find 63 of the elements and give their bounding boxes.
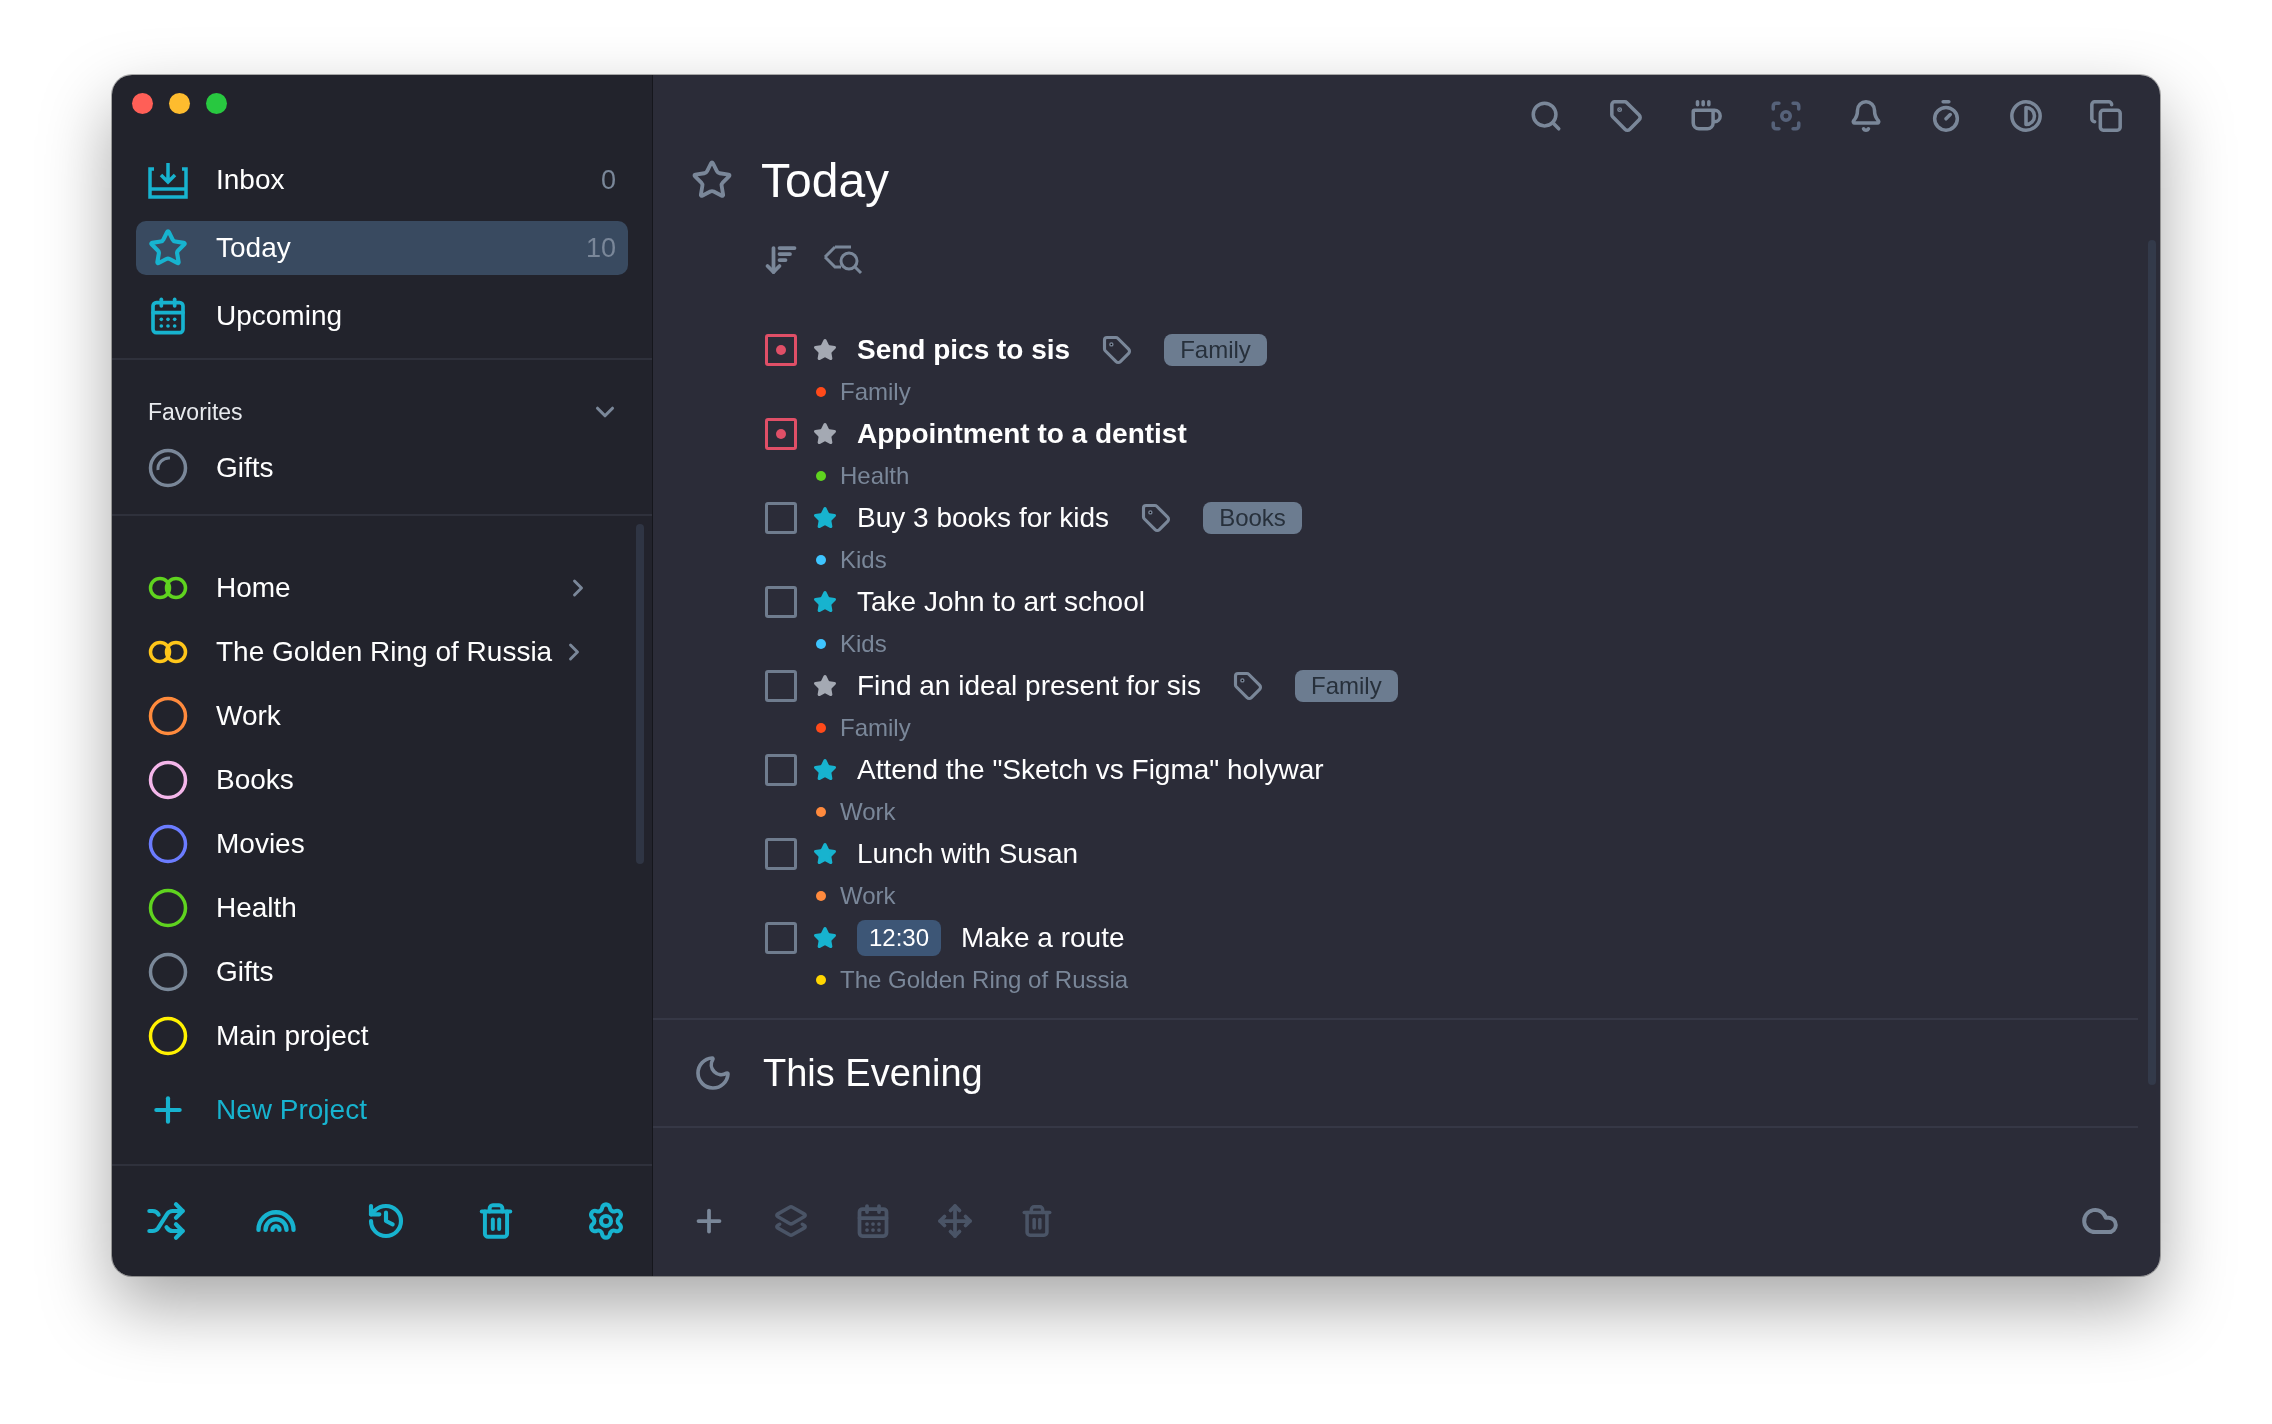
progress-ring-icon: [148, 448, 188, 488]
project-item[interactable]: Gifts: [148, 940, 628, 1004]
project-item[interactable]: Movies: [148, 812, 628, 876]
task-checkbox[interactable]: [765, 670, 797, 702]
task-project: Health: [840, 462, 910, 490]
time-badge: 12:30: [857, 920, 942, 956]
star-icon[interactable]: [813, 338, 837, 362]
page-title: Today: [761, 152, 890, 208]
project-item[interactable]: Work: [148, 684, 628, 748]
task-title[interactable]: Send pics to sis: [857, 334, 1071, 366]
task-project: Kids: [840, 546, 887, 574]
calendar-icon: [148, 296, 188, 336]
project-item[interactable]: Books: [148, 748, 628, 812]
sidebar-item[interactable]: Gifts: [148, 436, 628, 500]
close-button[interactable]: [132, 93, 153, 114]
task-checkbox[interactable]: [765, 922, 797, 954]
task-title[interactable]: Take John to art school: [857, 586, 1145, 618]
inbox-icon: [148, 161, 188, 199]
project-item[interactable]: Health: [148, 876, 628, 940]
sidebar-item[interactable]: Today 10: [136, 221, 628, 275]
star-icon[interactable]: [813, 422, 837, 446]
task-title[interactable]: Attend the "Sketch vs Figma" holywar: [857, 754, 1324, 786]
section-title: Favorites: [148, 398, 243, 426]
task-project: Kids: [840, 630, 887, 658]
star-icon: [691, 159, 733, 201]
shuffle-icon[interactable]: [144, 1199, 188, 1243]
task-checkbox[interactable]: [765, 502, 797, 534]
star-icon[interactable]: [813, 926, 837, 950]
task-checkbox[interactable]: [765, 586, 797, 618]
sidebar-item[interactable]: Inbox 0: [136, 153, 628, 207]
task-project: Work: [840, 798, 896, 826]
tag-icon: [1141, 503, 1172, 533]
task-checkbox[interactable]: [765, 754, 797, 786]
moon-icon: [693, 1053, 733, 1093]
scrollbar[interactable]: [636, 524, 644, 864]
project-item[interactable]: Home: [148, 556, 628, 620]
task-project: Family: [840, 378, 911, 406]
task-title[interactable]: Buy 3 books for kids: [857, 502, 1110, 534]
tag-icon: [1102, 335, 1133, 365]
sidebar-item[interactable]: Upcoming: [136, 289, 628, 343]
task-checkbox[interactable]: [765, 838, 797, 870]
task-checkbox[interactable]: [765, 418, 797, 450]
section-title: This Evening: [763, 1051, 983, 1095]
task-title[interactable]: Lunch with Susan: [857, 838, 1079, 870]
star-icon[interactable]: [813, 842, 837, 866]
minimize-button[interactable]: [169, 93, 190, 114]
task-checkbox[interactable]: [765, 334, 797, 366]
task-project: The Golden Ring of Russia: [840, 966, 1129, 994]
tag-icon: [1232, 671, 1263, 701]
star-icon[interactable]: [813, 506, 837, 530]
new-project-button[interactable]: New Project: [148, 1078, 628, 1142]
task-project: Family: [840, 714, 911, 742]
star-icon[interactable]: [813, 590, 837, 614]
project-item[interactable]: The Golden Ring of Russia: [148, 620, 628, 684]
star-icon[interactable]: [813, 758, 837, 782]
task-title[interactable]: Make a route: [961, 922, 1125, 954]
task-title[interactable]: Appointment to a dentist: [857, 418, 1187, 450]
star-icon[interactable]: [813, 674, 837, 698]
project-item[interactable]: Main project: [148, 1004, 628, 1068]
star-icon: [148, 228, 188, 268]
zoom-button[interactable]: [206, 93, 227, 114]
task-project: Work: [840, 882, 896, 910]
task-title[interactable]: Find an ideal present for sis: [857, 670, 1201, 702]
